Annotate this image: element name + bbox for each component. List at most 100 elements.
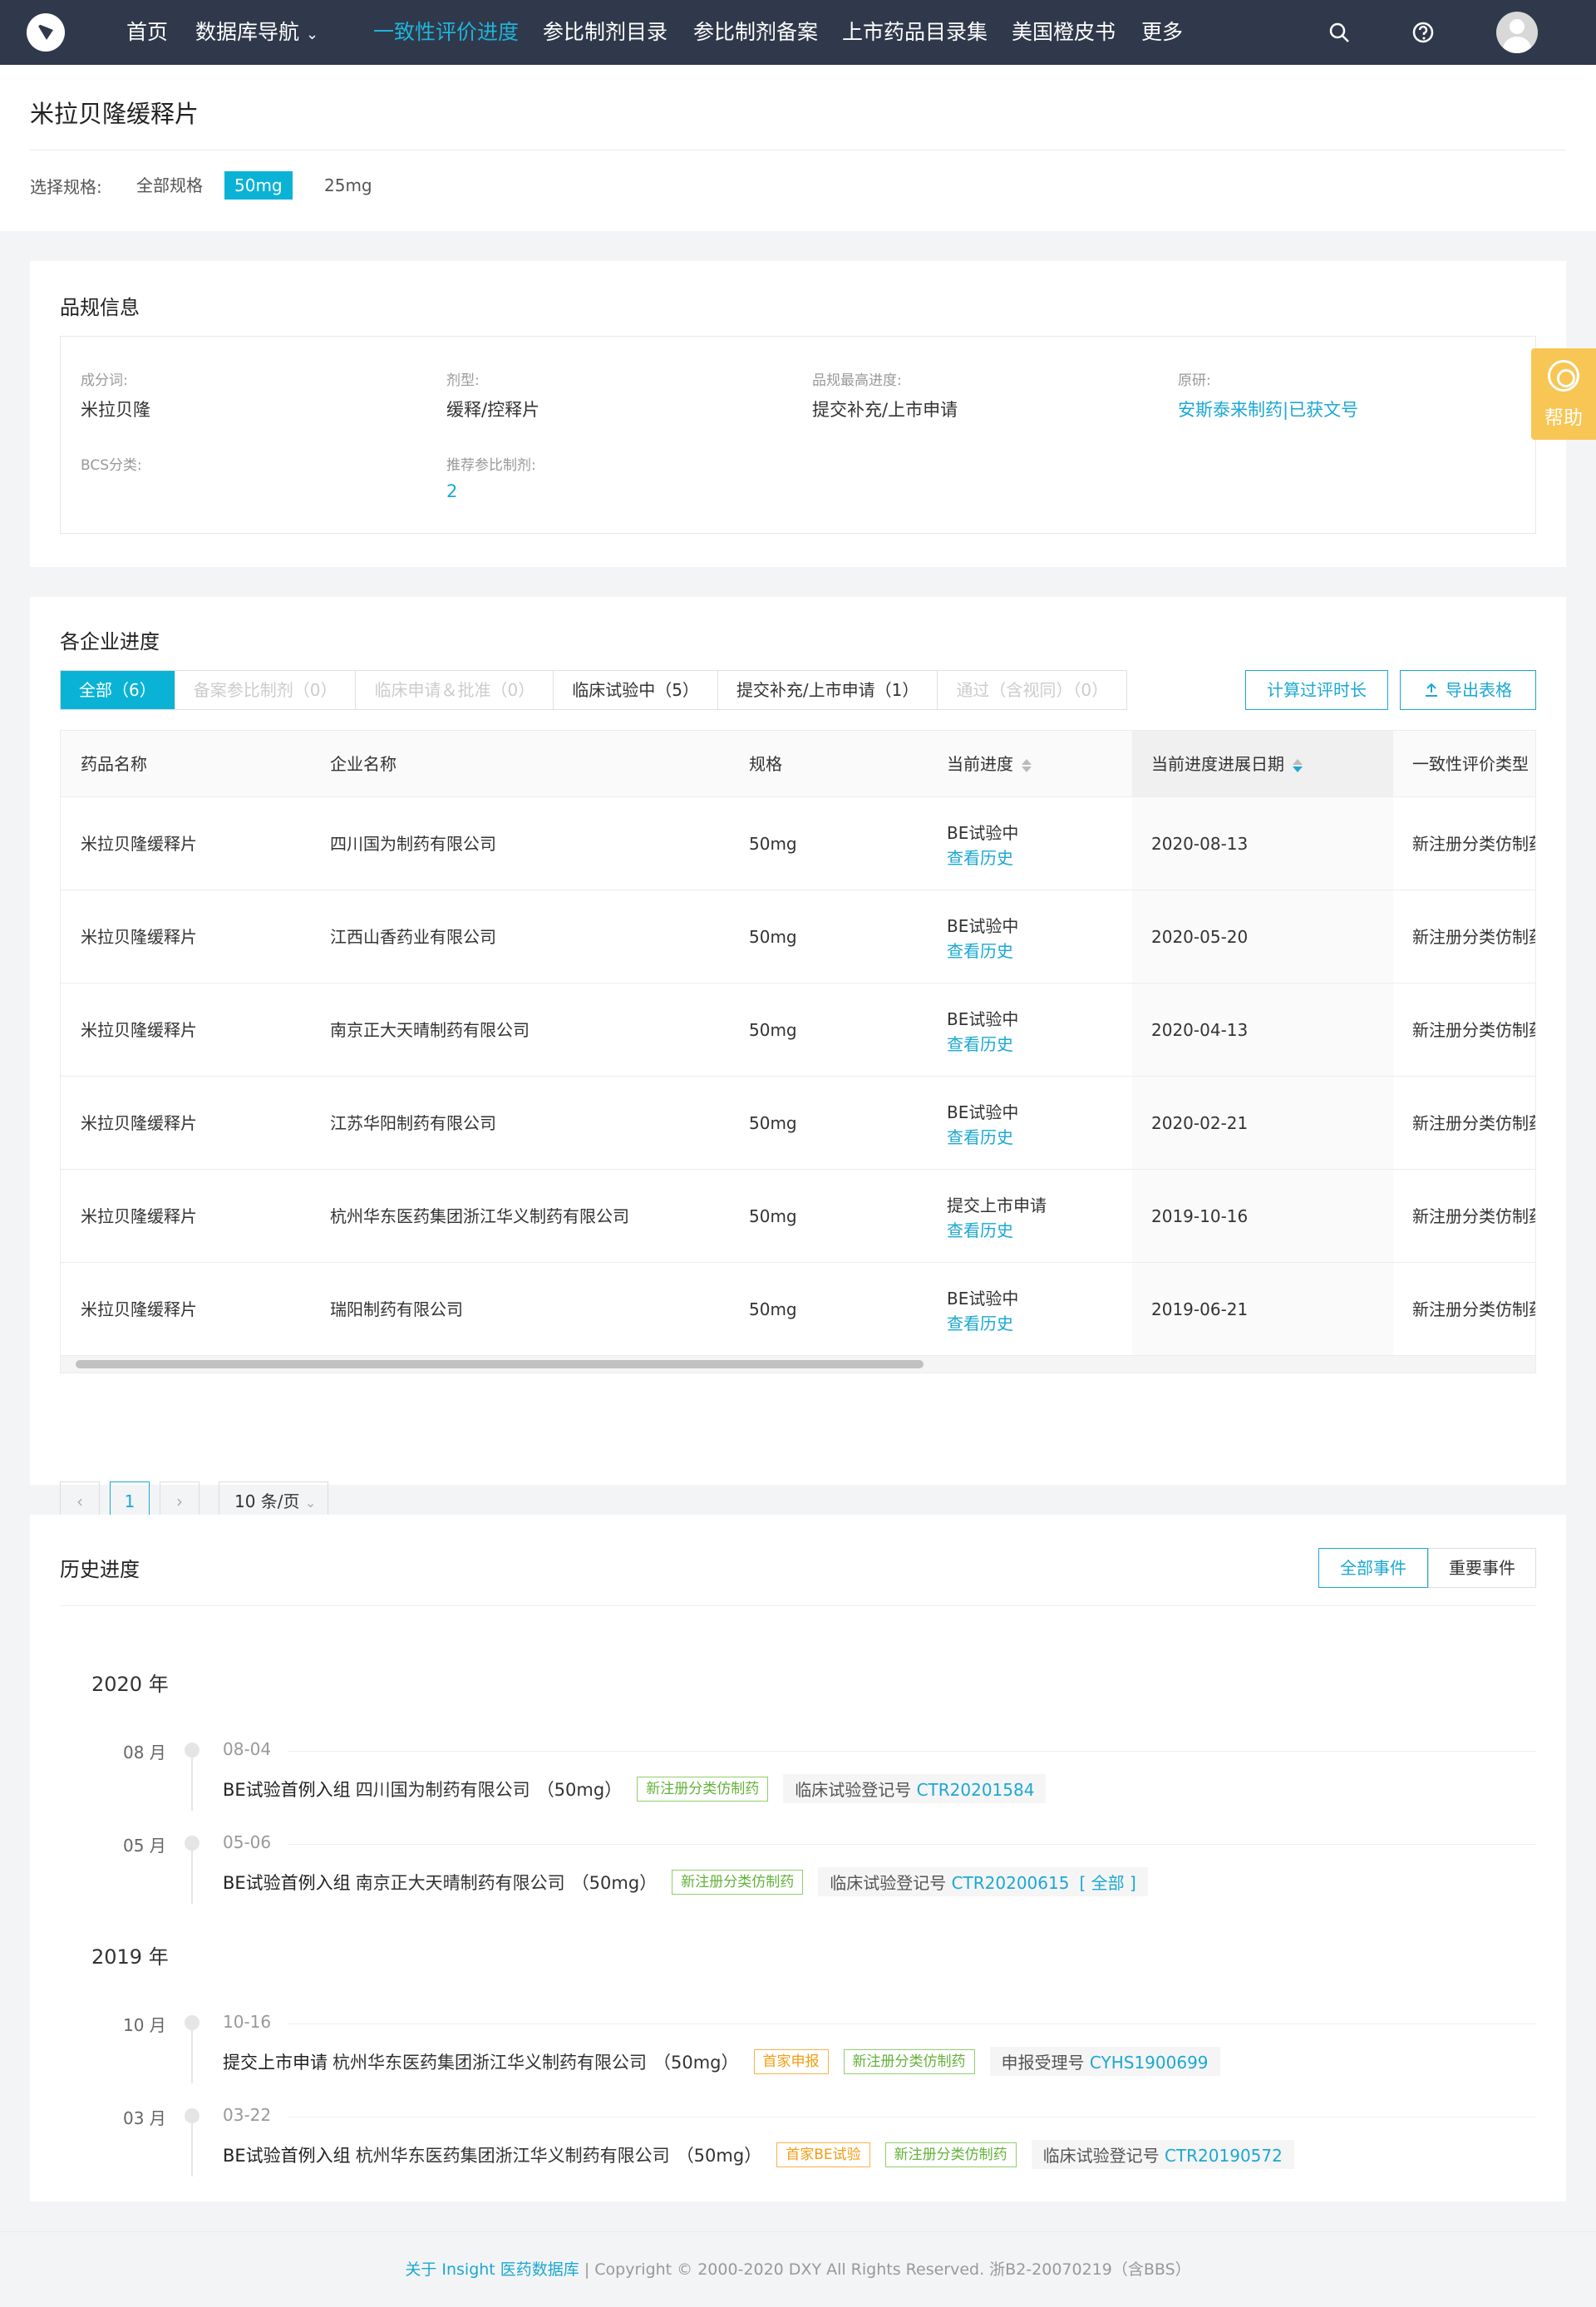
tab-clinical-trial[interactable]: 临床试验中（5） (554, 671, 718, 709)
export-label: 导出表格 (1446, 680, 1512, 700)
stage-text: BE试验中 (947, 823, 1019, 843)
nav-more[interactable]: 更多 (1141, 0, 1183, 65)
reg-number-link[interactable]: CTR20200615 (952, 1873, 1070, 1893)
timeline-dot (185, 1743, 200, 1757)
nav-reference-catalog[interactable]: 参比制剂目录 (543, 0, 667, 65)
col-stage[interactable]: 当前进度 (947, 731, 1032, 797)
cell-date: 2020-04-13 (1151, 1020, 1249, 1040)
stage-text: 提交上市申请 (947, 1195, 1047, 1215)
filter-all-events[interactable]: 全部事件 (1318, 1548, 1428, 1588)
stage-text: BE试验中 (947, 1102, 1019, 1122)
originator-link[interactable]: 安斯泰来制药|已获文号 (1178, 397, 1358, 421)
tab-submitted[interactable]: 提交补充/上市申请（1） (718, 671, 938, 709)
reg-number-link[interactable]: CTR20201584 (917, 1780, 1035, 1800)
nav-consistency-progress[interactable]: 一致性评价进度 (373, 0, 519, 65)
timeline-year: 2019 年 (91, 1945, 169, 1969)
timeline-month: 10 月 (123, 2015, 166, 2035)
avatar[interactable] (1496, 12, 1538, 53)
timeline-event: BE试验首例入组 南京正大天晴制药有限公司 （50mg） 新注册分类仿制药 临床试验登记… (223, 1867, 1148, 1896)
reg-label: 临床试验登记号 (795, 1780, 912, 1800)
view-history-link[interactable]: 查看历史 (947, 845, 1018, 870)
timeline-month: 08 月 (123, 1743, 166, 1762)
event-name: 提交上市申请 (223, 2052, 328, 2073)
event-tag: 新注册分类仿制药 (672, 1869, 804, 1895)
reg-number-link[interactable]: CTR20190572 (1165, 2146, 1283, 2166)
event-tag: 新注册分类仿制药 (884, 2142, 1017, 2167)
view-history-link[interactable]: 查看历史 (947, 939, 1018, 964)
view-history-link[interactable]: 查看历史 (947, 1032, 1018, 1057)
section-title: 品规信息 (60, 296, 140, 319)
nav-orange-book[interactable]: 美国橙皮书 (1012, 0, 1116, 65)
progress-tabs: 全部（6） 备案参比制剂（0） 临床申请＆批准（0） 临床试验中（5） 提交补充… (60, 670, 1128, 710)
timeline-line (191, 2118, 193, 2176)
spec-option-50mg[interactable]: 50mg (224, 171, 293, 200)
event-spec: （50mg） (571, 1872, 658, 1893)
col-date[interactable]: 当前进度进展日期 (1151, 731, 1303, 797)
divider (288, 1844, 1536, 1845)
page-header: 米拉贝隆缓释片 选择规格: 全部规格 50mg 25mg (0, 65, 1596, 231)
filter-major-events[interactable]: 重要事件 (1428, 1548, 1536, 1588)
info-value: 提交补充/上市申请 (812, 400, 958, 420)
upload-icon (1426, 683, 1437, 697)
cell-drug: 米拉贝隆缓释片 (81, 1020, 197, 1040)
nav-reference-filing[interactable]: 参比制剂备案 (693, 0, 818, 65)
view-history-link[interactable]: 查看历史 (947, 1311, 1018, 1336)
page-size-value: 10 条/页 (234, 1491, 300, 1511)
cell-type: 新注册分类仿制药 (1412, 1299, 1536, 1319)
spec-option-25mg[interactable]: 25mg (314, 171, 382, 200)
nav-home[interactable]: 首页 (126, 0, 168, 65)
nav-listed-drugs[interactable]: 上市药品目录集 (842, 0, 988, 65)
reference-count-link[interactable]: 2 (446, 481, 457, 501)
reg-label: 临床试验登记号 (830, 1873, 947, 1893)
cell-spec: 50mg (749, 1113, 797, 1133)
view-history-link[interactable]: 查看历史 (947, 1218, 1047, 1243)
footer: 关于 Insight 医药数据库 | Copyright © 2000-2020… (0, 2231, 1596, 2307)
reg-label: 申报受理号 (1001, 2053, 1085, 2073)
cell-stage: BE试验中 查看历史 (947, 821, 1018, 870)
cell-stage: BE试验中 查看历史 (947, 1007, 1018, 1057)
search-icon[interactable] (1327, 20, 1352, 45)
event-tag: 新注册分类仿制药 (843, 2048, 975, 2074)
table-row: 米拉贝隆缓释片 江苏华阳制药有限公司 50mg BE试验中 查看历史 2020-02-21… (61, 1077, 1535, 1170)
cell-stage: BE试验中 查看历史 (947, 914, 1018, 964)
stage-text: BE试验中 (947, 1289, 1019, 1309)
chat-icon (1548, 360, 1579, 392)
history-card: 历史进度 全部事件 重要事件 2020 年 08 月 08-04 BE试验首例入组 四川… (30, 1515, 1566, 2201)
event-name: BE试验首例入组 (223, 1872, 351, 1893)
tab-all[interactable]: 全部（6） (61, 671, 175, 709)
spec-info-card: 品规信息 成分词: 米拉贝隆 剂型: 缓释/控释片 品规最高进度: 提交补充/上… (30, 261, 1566, 567)
tab-clinical-application: 临床申请＆批准（0） (356, 671, 554, 709)
info-label: 原研: (1178, 372, 1211, 389)
export-table-button[interactable]: 导出表格 (1400, 670, 1536, 710)
cell-date: 2020-05-20 (1151, 927, 1249, 947)
calc-duration-button[interactable]: 计算过评时长 (1245, 670, 1388, 710)
view-history-link[interactable]: 查看历史 (947, 1125, 1018, 1150)
logo-icon[interactable] (27, 13, 65, 52)
help-circle-icon[interactable] (1411, 20, 1436, 45)
show-all-link[interactable]: [ 全部 ] (1079, 1873, 1135, 1893)
reg-number-link[interactable]: CYHS1900699 (1090, 2053, 1209, 2073)
info-label: 剂型: (446, 372, 480, 389)
divider (60, 1605, 1536, 1606)
cell-drug: 米拉贝隆缓释片 (81, 1113, 197, 1133)
nav-database-menu[interactable]: 数据库导航 ⌄ (195, 0, 318, 65)
horizontal-scrollbar[interactable] (61, 1356, 1535, 1373)
help-button[interactable]: 帮助 (1531, 348, 1596, 440)
cell-company: 江苏华阳制药有限公司 (330, 1113, 496, 1133)
cell-drug: 米拉贝隆缓释片 (81, 927, 197, 947)
cell-date: 2020-08-13 (1151, 834, 1249, 854)
col-drug: 药品名称 (81, 754, 147, 774)
scroll-thumb[interactable] (76, 1360, 924, 1368)
spec-option-all[interactable]: 全部规格 (126, 171, 213, 200)
company-progress-card: 各企业进度 全部（6） 备案参比制剂（0） 临床申请＆批准（0） 临床试验中（5… (30, 597, 1566, 1521)
event-company: 四川国为制药有限公司 (355, 1779, 530, 1800)
col-spec: 规格 (749, 754, 782, 774)
cell-company: 南京正大天晴制药有限公司 (330, 1020, 530, 1040)
cell-type: 新注册分类仿制药 (1412, 834, 1536, 854)
timeline-line (191, 1752, 193, 1811)
table-row: 米拉贝隆缓释片 四川国为制药有限公司 50mg BE试验中 查看历史 2020-08-13… (61, 797, 1535, 890)
event-tag: 首家BE试验 (776, 2142, 870, 2167)
about-link[interactable]: 关于 Insight 医药数据库 (405, 2260, 579, 2279)
col-date-label: 当前进度进展日期 (1151, 754, 1284, 774)
section-title: 历史进度 (60, 1558, 140, 1581)
